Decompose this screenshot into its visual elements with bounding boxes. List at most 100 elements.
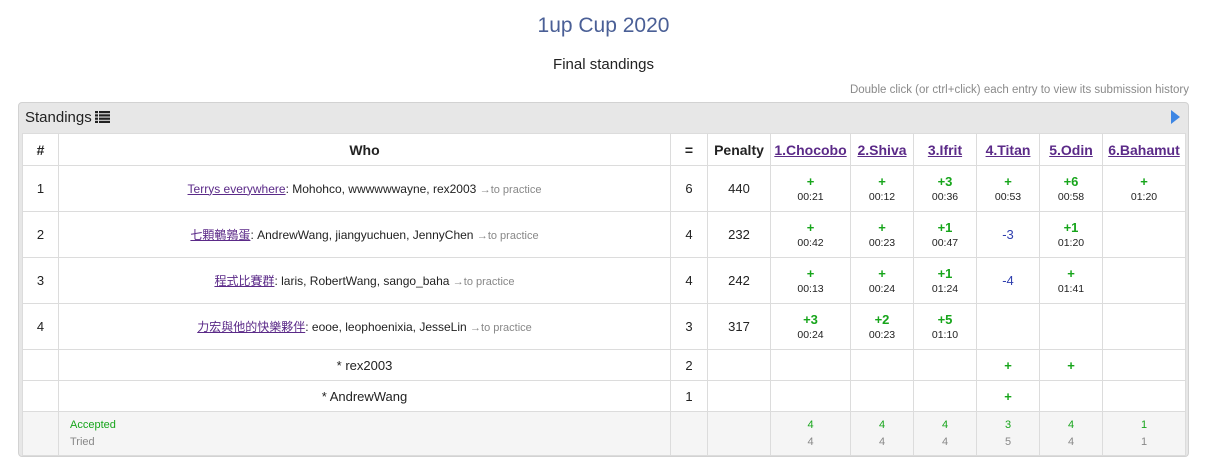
- problem-result-cell[interactable]: +00:42: [770, 211, 851, 258]
- problem-header-ifrit: 3.Ifrit: [913, 133, 977, 166]
- problem-result-cell[interactable]: [850, 380, 914, 412]
- team-members: : AndrewWang, jiangyuchuen, JennyChen: [250, 228, 474, 242]
- penalty-cell: [707, 380, 771, 412]
- problem-result-cell[interactable]: -4: [976, 257, 1040, 304]
- result-mark: +3: [803, 311, 818, 327]
- to-practice-link[interactable]: →to practice: [480, 184, 542, 196]
- penalty-header: Penalty: [707, 133, 771, 166]
- result-mark: +3: [937, 173, 953, 189]
- solve-time: 01:24: [931, 282, 959, 295]
- problem-result-cell[interactable]: +00:24: [850, 257, 914, 304]
- accepted-count: 1: [1140, 419, 1148, 431]
- individual-row: * rex2003 2 + +: [22, 349, 1186, 381]
- solve-time: 00:21: [797, 190, 824, 203]
- problem-result-cell[interactable]: +1 00:47: [913, 211, 977, 258]
- tried-count: 5: [1004, 436, 1012, 448]
- accepted-count: 4: [807, 419, 814, 431]
- solve-time: 00:53: [994, 190, 1022, 203]
- to-practice-link[interactable]: →to practice: [477, 230, 539, 242]
- solved-cell: 3: [670, 303, 708, 350]
- solve-time: 00:24: [797, 328, 824, 341]
- problem-result-cell[interactable]: +1 01:24: [913, 257, 977, 304]
- expand-arrow-icon[interactable]: [1171, 110, 1180, 124]
- problem-result-cell[interactable]: [1102, 257, 1186, 304]
- problem-result-cell[interactable]: [913, 380, 977, 412]
- problem-link[interactable]: 2.Shiva: [857, 142, 906, 158]
- list-icon[interactable]: [94, 104, 110, 133]
- accepted-count: 4: [1067, 419, 1075, 431]
- individual-row: * AndrewWang 1 +: [22, 380, 1186, 412]
- result-mark: +1: [1063, 219, 1079, 235]
- tried-label: Tried: [70, 436, 95, 448]
- problem-result-cell[interactable]: +: [976, 380, 1040, 412]
- team-row: 3 程式比賽群: laris, RobertWang, sango_baha →t…: [22, 257, 1186, 304]
- individual-name: * rex2003: [58, 349, 671, 381]
- standings-panel: Standings # Who = Penalty 1.Chocobo 2.Sh…: [18, 102, 1189, 457]
- problem-result-cell[interactable]: [1102, 349, 1186, 381]
- result-mark: +: [878, 173, 886, 189]
- problem-link[interactable]: 3.Ifrit: [928, 142, 962, 158]
- problem-result-cell[interactable]: [770, 380, 851, 412]
- problem-result-cell[interactable]: +01:20: [1102, 165, 1186, 212]
- tried-count: 4: [878, 436, 886, 448]
- team-row: 2 七顆鵪鶉蛋: AndrewWang, jiangyuchuen, JennyC…: [22, 211, 1186, 258]
- tried-count: 1: [1140, 436, 1148, 448]
- problem-result-cell[interactable]: +5 01:10: [913, 303, 977, 350]
- problem-result-cell[interactable]: [770, 349, 851, 381]
- summary-labels: Accepted Tried: [58, 411, 671, 456]
- result-mark: +: [878, 219, 886, 235]
- problem-link[interactable]: 5.Odin: [1049, 142, 1093, 158]
- problem-result-cell[interactable]: [1102, 380, 1186, 412]
- solve-time: 01:20: [1057, 236, 1085, 249]
- solve-time: 00:58: [1057, 190, 1085, 203]
- problem-result-cell[interactable]: +00:21: [770, 165, 851, 212]
- problem-result-cell[interactable]: [1102, 211, 1186, 258]
- problem-result-cell[interactable]: -3: [976, 211, 1040, 258]
- problem-result-cell[interactable]: [850, 349, 914, 381]
- problem-result-cell[interactable]: [976, 303, 1040, 350]
- to-practice-link[interactable]: →to practice: [470, 322, 532, 334]
- problem-result-cell[interactable]: +: [1039, 349, 1103, 381]
- result-mark: -3: [1002, 226, 1014, 242]
- problem-result-cell[interactable]: +6 00:58: [1039, 165, 1103, 212]
- problem-result-cell[interactable]: +00:23: [850, 211, 914, 258]
- solved-header: =: [670, 133, 708, 166]
- result-mark: +: [1067, 357, 1075, 373]
- problem-result-cell[interactable]: +01:41: [1039, 257, 1103, 304]
- summary-cell: 44: [850, 411, 914, 456]
- page-title: 1up Cup 2020: [537, 14, 670, 37]
- result-mark: +: [1140, 173, 1148, 189]
- solve-time: 01:41: [1057, 282, 1085, 295]
- problem-result-cell[interactable]: +00:13: [770, 257, 851, 304]
- to-practice-link[interactable]: →to practice: [453, 276, 515, 288]
- team-name-link[interactable]: 七顆鵪鶉蛋: [190, 228, 250, 242]
- problem-result-cell[interactable]: +1 01:20: [1039, 211, 1103, 258]
- team-name-link[interactable]: 程式比賽群: [214, 274, 274, 288]
- result-mark: +6: [1063, 173, 1079, 189]
- problem-result-cell[interactable]: [913, 349, 977, 381]
- problem-result-cell[interactable]: [1102, 303, 1186, 350]
- standings-header-label: Standings: [25, 109, 92, 126]
- problem-link[interactable]: 6.Bahamut: [1108, 142, 1180, 158]
- team-name-link[interactable]: 力宏與他的快樂夥伴: [197, 320, 305, 334]
- standings-header: Standings: [19, 103, 1188, 132]
- solve-time: 00:13: [797, 282, 824, 295]
- penalty-cell: 242: [707, 257, 771, 304]
- solved-cell: 4: [670, 211, 708, 258]
- problem-link[interactable]: 1.Chocobo: [774, 142, 846, 158]
- problem-result-cell[interactable]: +3 00:24: [770, 303, 851, 350]
- problem-link[interactable]: 4.Titan: [986, 142, 1031, 158]
- team-name-link[interactable]: Terrys everywhere: [188, 182, 286, 196]
- problem-result-cell[interactable]: [1039, 303, 1103, 350]
- problem-result-cell[interactable]: [1039, 380, 1103, 412]
- summary-cell: 35: [976, 411, 1040, 456]
- rank-cell: 4: [22, 303, 59, 350]
- rank-cell: [22, 349, 59, 381]
- problem-result-cell[interactable]: +2 00:23: [850, 303, 914, 350]
- solved-cell: 6: [670, 165, 708, 212]
- problem-result-cell[interactable]: +3 00:36: [913, 165, 977, 212]
- problem-result-cell[interactable]: +: [976, 349, 1040, 381]
- problem-result-cell[interactable]: +00:53: [976, 165, 1040, 212]
- result-mark: +1: [937, 265, 953, 281]
- problem-result-cell[interactable]: +00:12: [850, 165, 914, 212]
